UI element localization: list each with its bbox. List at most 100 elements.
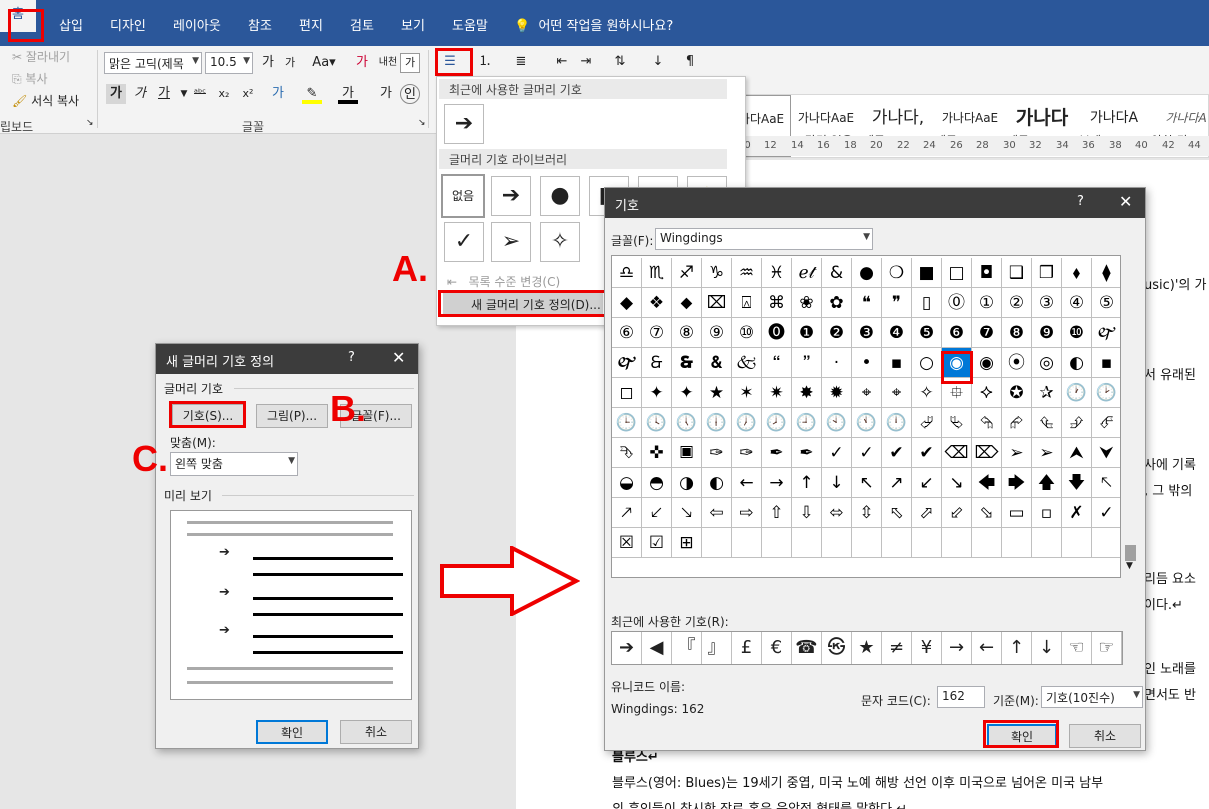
symbol-cell[interactable]: ❶: [792, 318, 822, 348]
symbol-cell[interactable]: ✔: [882, 438, 912, 468]
symbol-cell[interactable]: ℯ𝓉: [792, 258, 822, 288]
symbol-cell[interactable]: ❍: [882, 258, 912, 288]
symbol-cell[interactable]: ❺: [912, 318, 942, 348]
char-border-icon[interactable]: 가: [400, 53, 420, 73]
symbol-cell[interactable]: ❒: [1032, 258, 1062, 288]
show-marks-icon[interactable]: ¶: [680, 52, 700, 72]
symbol-cell[interactable]: ↗: [882, 468, 912, 498]
symbol-cell[interactable]: 🕕: [702, 408, 732, 438]
grow-font-icon[interactable]: 가: [258, 53, 278, 73]
symbol-cell[interactable]: ♐: [672, 258, 702, 288]
symbol-cell[interactable]: [882, 528, 912, 558]
subscript-icon[interactable]: x₂: [214, 84, 234, 104]
symbol-cell[interactable]: ■: [912, 258, 942, 288]
recent-symbol[interactable]: ↓: [1032, 632, 1062, 664]
symbol-cell[interactable]: ✑: [702, 438, 732, 468]
font-name-combo[interactable]: 맑은 고딕(제목 ▼: [104, 52, 202, 74]
symbol-cell[interactable]: ✿: [822, 288, 852, 318]
recent-symbol[interactable]: →: [942, 632, 972, 664]
phonetic-guide-icon[interactable]: 내천: [378, 53, 398, 73]
tab-view[interactable]: 보기: [401, 15, 425, 34]
symbol-cell[interactable]: ②: [1002, 288, 1032, 318]
symbol-cell[interactable]: [1002, 528, 1032, 558]
symbol-cell[interactable]: ⓪: [942, 288, 972, 318]
symbol-cell[interactable]: [1092, 528, 1120, 558]
symbol-cell[interactable]: ❾: [1032, 318, 1062, 348]
symbol-cell[interactable]: ➢: [1032, 438, 1062, 468]
symbol-cell[interactable]: ❹: [882, 318, 912, 348]
symbol-cell[interactable]: ✜: [642, 438, 672, 468]
symbol-cell[interactable]: ⦿: [1002, 348, 1032, 378]
symbol-cell[interactable]: 🕘: [792, 408, 822, 438]
symbol-cell[interactable]: ❝: [852, 288, 882, 318]
symbol-cell[interactable]: 🡗: [642, 498, 672, 528]
symbol-cell[interactable]: ◑: [672, 468, 702, 498]
symbol-cell[interactable]: 🕗: [762, 408, 792, 438]
bullet-circle-option[interactable]: ●: [540, 176, 580, 216]
symbol-cell[interactable]: ③: [1032, 288, 1062, 318]
symbol-cell[interactable]: ●: [852, 258, 882, 288]
cancel-button[interactable]: 취소: [340, 720, 412, 744]
recent-symbol[interactable]: ¥: [912, 632, 942, 664]
scrollbar-thumb[interactable]: [1125, 545, 1136, 561]
recent-symbol[interactable]: €: [762, 632, 792, 664]
symbol-cell[interactable]: ✶: [732, 378, 762, 408]
text-effects-icon[interactable]: 가: [268, 84, 288, 104]
symbol-cell[interactable]: ⍓: [732, 288, 762, 318]
symbol-cell[interactable]: ①: [972, 288, 1002, 318]
recent-symbol[interactable]: ◀: [642, 632, 672, 664]
symbol-cell[interactable]: 🙶: [762, 348, 792, 378]
symbol-cell[interactable]: ✓: [822, 438, 852, 468]
symbol-cell[interactable]: ④: [1062, 288, 1092, 318]
symbol-cell[interactable]: ↓: [822, 468, 852, 498]
recent-symbol[interactable]: 』: [702, 632, 732, 664]
symbol-cell[interactable]: ◓: [642, 468, 672, 498]
decrease-indent-icon[interactable]: ⇤: [552, 52, 572, 72]
from-select[interactable]: 기호(10진수) ▼: [1041, 686, 1143, 708]
symbol-cell[interactable]: ◎: [1032, 348, 1062, 378]
recent-symbol[interactable]: £: [732, 632, 762, 664]
symbol-cell[interactable]: ◆: [612, 288, 642, 318]
symbol-cell[interactable]: ↑: [792, 468, 822, 498]
symbol-cell[interactable]: ⌦: [972, 438, 1002, 468]
symbol-cell[interactable]: ⬂: [972, 498, 1002, 528]
symbol-cell[interactable]: ➢: [1002, 438, 1032, 468]
char-code-input[interactable]: 162: [937, 686, 985, 708]
symbol-cell[interactable]: 🡔: [1092, 468, 1120, 498]
close-button[interactable]: ✕: [1119, 192, 1132, 211]
symbol-cell[interactable]: &: [822, 258, 852, 288]
symbol-cell[interactable]: □: [942, 258, 972, 288]
symbol-cell[interactable]: ✗: [1062, 498, 1092, 528]
symbol-cell[interactable]: ⌘: [762, 288, 792, 318]
dialog-launcher-icon[interactable]: ↘: [86, 118, 94, 128]
symbol-cell[interactable]: ❖: [642, 288, 672, 318]
symbol-cell[interactable]: ✹: [822, 378, 852, 408]
symbol-cell[interactable]: [852, 528, 882, 558]
symbol-cell[interactable]: →: [762, 468, 792, 498]
symbol-cell[interactable]: 🙵: [732, 348, 762, 378]
sort-icon[interactable]: ↓: [648, 52, 668, 72]
symbol-cell[interactable]: ❻: [942, 318, 972, 348]
symbol-cell[interactable]: ⮝: [1062, 438, 1092, 468]
symbol-cell[interactable]: 🕐: [1062, 378, 1092, 408]
symbol-cell[interactable]: ⬄: [822, 498, 852, 528]
symbol-cell[interactable]: ✓: [1092, 498, 1120, 528]
symbol-cell[interactable]: •: [852, 348, 882, 378]
symbol-cell[interactable]: 🡅: [1032, 468, 1062, 498]
symbol-cell[interactable]: ⊞: [672, 528, 702, 558]
chevron-down-icon[interactable]: ▼: [1126, 561, 1133, 571]
symbol-cell[interactable]: 🞕: [672, 438, 702, 468]
symbol-cell[interactable]: ↖: [852, 468, 882, 498]
ok-button[interactable]: 확인: [256, 720, 328, 744]
bullet-arrowhead-option[interactable]: ➢: [491, 222, 531, 262]
tab-help[interactable]: 도움말: [452, 15, 488, 34]
symbol-cell[interactable]: ⮴: [1032, 408, 1062, 438]
symbol-cell[interactable]: [732, 528, 762, 558]
symbol-cell[interactable]: ☒: [612, 528, 642, 558]
symbol-cell[interactable]: ◉: [972, 348, 1002, 378]
bullet-arrow-option[interactable]: ➔: [491, 176, 531, 216]
symbol-cell[interactable]: ⓿: [762, 318, 792, 348]
symbol-cell[interactable]: ✰: [1032, 378, 1062, 408]
numbering-icon[interactable]: ⒈: [475, 52, 495, 72]
symbol-cell[interactable]: ✦: [642, 378, 672, 408]
